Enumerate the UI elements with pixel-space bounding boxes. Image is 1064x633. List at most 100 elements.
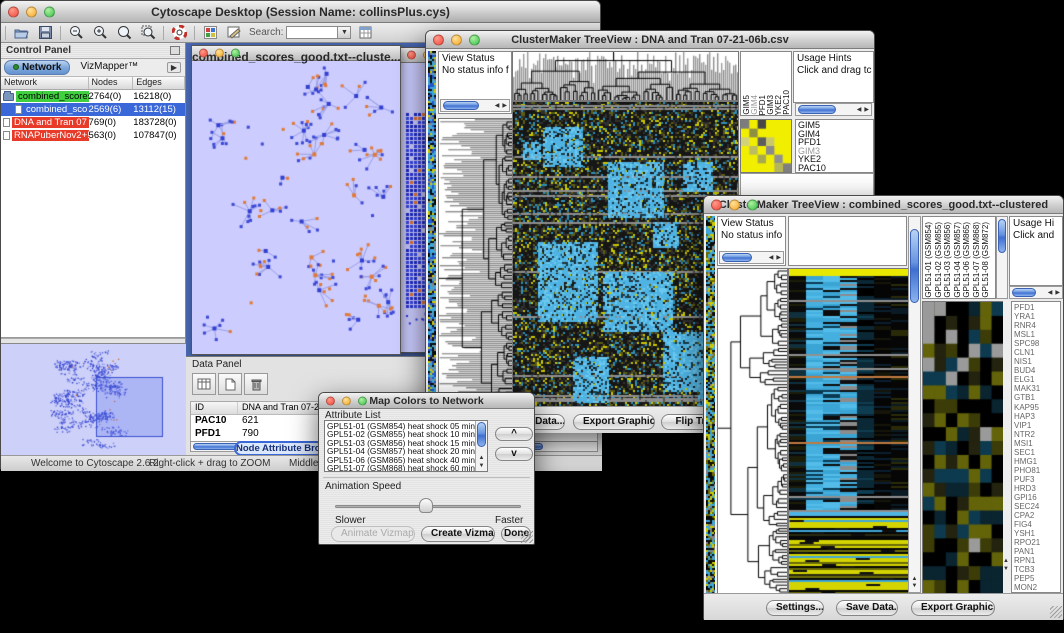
gene-label[interactable]: PHO81: [1014, 466, 1060, 475]
close-button[interactable]: [433, 34, 444, 45]
gene-label[interactable]: FIG4: [1014, 520, 1060, 529]
view-status-hscrollbar[interactable]: ◀▶: [719, 251, 784, 264]
scroll-up-icon[interactable]: ▲: [479, 455, 485, 461]
network-table-row[interactable]: RNAPuberNov2+! 563(0) 107847(0): [1, 129, 185, 142]
open-file-icon[interactable]: [12, 25, 30, 41]
row-label[interactable]: PAC10: [798, 164, 873, 173]
zoom-button[interactable]: [44, 6, 55, 17]
minimize-button[interactable]: [729, 199, 740, 210]
tab-vizmapper[interactable]: VizMapper™: [72, 60, 146, 75]
column-header-edges[interactable]: Edges: [133, 77, 185, 89]
row-dendrogram-canvas[interactable]: [438, 118, 513, 423]
gene-label[interactable]: TCB3: [1014, 565, 1060, 574]
network-table-row[interactable]: combined_scores 2764(0) 16218(0): [1, 90, 185, 103]
vizmapper-icon[interactable]: [201, 25, 219, 41]
gene-label[interactable]: PEP5: [1014, 574, 1060, 583]
gene-label[interactable]: SPC98: [1014, 339, 1060, 348]
gene-label[interactable]: HAP3: [1014, 412, 1060, 421]
scroll-up-icon[interactable]: ▲: [1003, 558, 1009, 564]
animate-vizmap-button[interactable]: Animate Vizmap: [331, 526, 415, 542]
gene-label[interactable]: PUF3: [1014, 475, 1060, 484]
gene-label[interactable]: GPI16: [1014, 493, 1060, 502]
save-icon[interactable]: [36, 25, 54, 41]
minimize-button[interactable]: [215, 49, 224, 58]
zoom-button[interactable]: [469, 34, 480, 45]
close-button[interactable]: [326, 396, 335, 405]
zoom-fit-icon[interactable]: [115, 25, 133, 41]
scroll-left-icon[interactable]: ◀: [494, 102, 501, 109]
gene-label[interactable]: YSH1: [1014, 529, 1060, 538]
minimize-button[interactable]: [26, 6, 37, 17]
minimize-button[interactable]: [451, 34, 462, 45]
zoom-button[interactable]: [747, 199, 758, 210]
tab-scroll-right-icon[interactable]: ▶: [167, 62, 181, 73]
move-down-button[interactable]: v: [495, 447, 533, 461]
zoom-out-icon[interactable]: [67, 25, 85, 41]
column-header-id[interactable]: ID: [191, 402, 238, 414]
export-graphics-button[interactable]: Export Graphics...: [911, 600, 995, 616]
zoom-button[interactable]: [231, 49, 240, 58]
scroll-up-icon[interactable]: ▲: [912, 576, 918, 582]
settings-button[interactable]: Settings...: [766, 600, 824, 616]
help-lifering-icon[interactable]: [170, 25, 188, 41]
delete-attribute-trash-icon[interactable]: [244, 373, 268, 395]
network-table-row[interactable]: combined_sco 2569(6) 13112(15): [1, 103, 185, 116]
attribute-list-item[interactable]: GPL51-07 (GSM868) heat shock 60 min: [327, 464, 474, 472]
zoom-selected-icon[interactable]: [139, 25, 157, 41]
gene-label[interactable]: MSI1: [1014, 439, 1060, 448]
gene-label[interactable]: NTR2: [1014, 430, 1060, 439]
zoom-heatmap-canvas[interactable]: [922, 301, 1004, 595]
gene-label[interactable]: MAK31: [1014, 384, 1060, 393]
minimize-button[interactable]: [342, 396, 351, 405]
gene-label[interactable]: KAP95: [1014, 403, 1060, 412]
gene-label[interactable]: GTB1: [1014, 393, 1060, 402]
gene-label[interactable]: YRA1: [1014, 312, 1060, 321]
search-dropdown-icon[interactable]: ▼: [338, 26, 351, 39]
scroll-left-icon[interactable]: ◀: [856, 106, 863, 113]
scroll-right-icon[interactable]: ▶: [775, 254, 782, 261]
scroll-down-icon[interactable]: ▼: [912, 583, 918, 589]
gene-label[interactable]: VIP1: [1014, 421, 1060, 430]
usage-hints-hscrollbar[interactable]: ◀▶: [1009, 286, 1063, 299]
scroll-left-icon[interactable]: ◀: [768, 254, 775, 261]
new-attribute-icon[interactable]: [218, 373, 242, 395]
column-label[interactable]: GPL51-08 (GSM872): [982, 222, 992, 298]
dialog-titlebar[interactable]: Map Colors to Network: [319, 393, 534, 409]
treeview1-titlebar[interactable]: ClusterMaker TreeView : DNA and Tran 07-…: [426, 31, 874, 49]
zoom-in-icon[interactable]: [91, 25, 109, 41]
gene-label[interactable]: ELG1: [1014, 375, 1060, 384]
network-window-1-titlebar[interactable]: combined_scores_good.txt--cluste...: [192, 46, 400, 61]
gene-label[interactable]: SEC24: [1014, 502, 1060, 511]
gene-label[interactable]: MSL1: [1014, 330, 1060, 339]
resize-grip[interactable]: [521, 531, 533, 543]
gene-label[interactable]: PAN1: [1014, 547, 1060, 556]
close-button[interactable]: [711, 199, 722, 210]
scroll-right-icon[interactable]: ▶: [501, 102, 508, 109]
gene-label[interactable]: RPN1: [1014, 556, 1060, 565]
gene-label[interactable]: RPO21: [1014, 538, 1060, 547]
gene-label[interactable]: SEC1: [1014, 448, 1060, 457]
scroll-left-icon[interactable]: ◀: [1047, 289, 1054, 296]
export-graphics-button[interactable]: Export Graphics...: [573, 414, 655, 430]
scroll-down-icon[interactable]: ▼: [1003, 566, 1009, 572]
network-table-row[interactable]: DNA and Tran 07 769(0) 183728(0): [1, 116, 185, 129]
zoom-heatmap-canvas[interactable]: [740, 119, 792, 173]
gene-label[interactable]: RNR4: [1014, 321, 1060, 330]
gene-list-scroll-strip[interactable]: ▲▼: [1003, 301, 1011, 593]
column-dendrogram-area[interactable]: [788, 216, 907, 266]
column-header-nodes[interactable]: Nodes: [89, 77, 134, 89]
gene-label[interactable]: HMG1: [1014, 457, 1060, 466]
main-titlebar[interactable]: Cytoscape Desktop (Session Name: collins…: [1, 1, 600, 23]
move-up-button[interactable]: ^: [495, 427, 533, 441]
column-header-network[interactable]: Network: [1, 77, 89, 89]
save-data-button[interactable]: Save Data...: [836, 600, 898, 616]
usage-hints-hscrollbar[interactable]: ◀▶: [795, 103, 872, 116]
float-panel-icon[interactable]: [170, 46, 180, 55]
create-vizmap-button[interactable]: Create Vizmap: [421, 526, 495, 542]
close-button[interactable]: [199, 49, 208, 58]
search-input[interactable]: [286, 26, 338, 39]
heatmap-vscrollbar[interactable]: ▲▼: [908, 216, 921, 593]
column-dendrogram-canvas[interactable]: [512, 51, 739, 101]
attribute-list-vscrollbar[interactable]: ▲▼: [475, 421, 487, 471]
heatmap-canvas[interactable]: [788, 268, 909, 595]
